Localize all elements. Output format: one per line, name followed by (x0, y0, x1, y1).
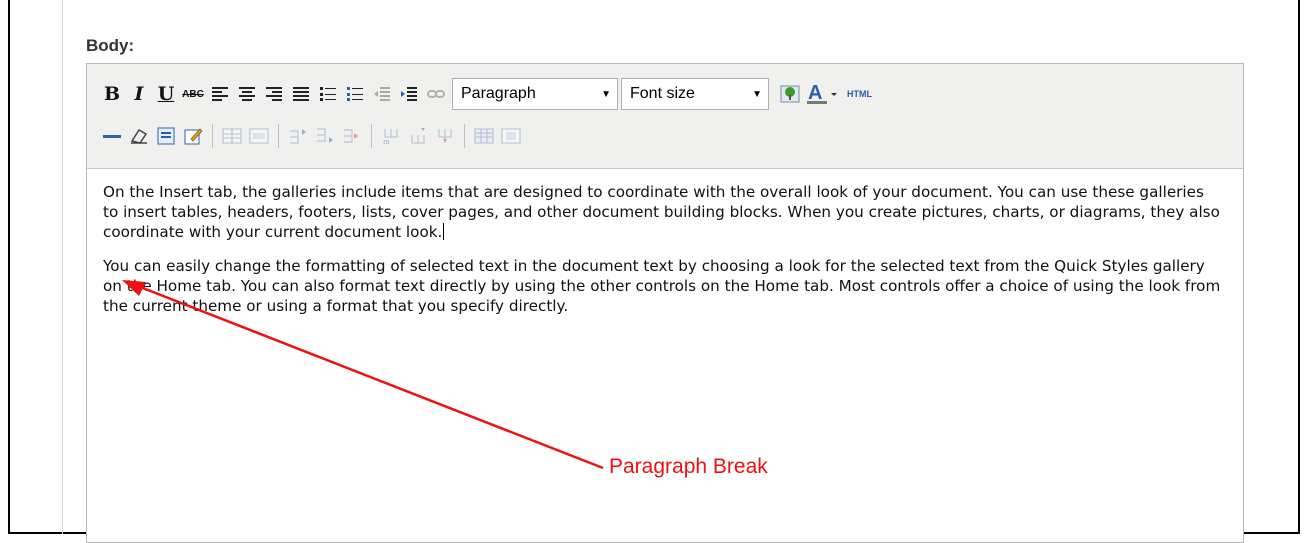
align-justify-icon[interactable] (290, 82, 312, 106)
annotation-label: Paragraph Break (609, 455, 768, 478)
numbered-list-icon[interactable] (344, 82, 366, 106)
toolbar-separator (371, 124, 372, 148)
split-cells-icon[interactable] (473, 124, 495, 148)
select-all-icon[interactable] (155, 124, 177, 148)
horizontal-rule-icon[interactable] (101, 124, 123, 148)
font-size-select-value: Font size (630, 85, 695, 102)
font-size-select[interactable]: Font size ▼ (621, 78, 769, 110)
toolbar-row-1: B I U ABC Paragraph ▼ Font size ▼ A HTML (101, 78, 877, 110)
editor-toolbar: B I U ABC Paragraph ▼ Font size ▼ A HTML… (87, 64, 1243, 169)
delete-col-icon[interactable] (434, 124, 456, 148)
delete-row-icon[interactable] (341, 124, 363, 148)
toolbar-row-2: m (101, 120, 527, 152)
format-select[interactable]: Paragraph ▼ (452, 78, 618, 110)
eraser-icon[interactable] (128, 124, 150, 148)
insert-row-after-icon[interactable] (314, 124, 336, 148)
insert-row-before-icon[interactable] (287, 124, 309, 148)
align-left-icon[interactable] (209, 82, 231, 106)
bullet-list-icon[interactable] (317, 82, 339, 106)
format-select-value: Paragraph (461, 85, 536, 102)
indent-icon[interactable] (398, 82, 420, 106)
editor-content[interactable]: On the Insert tab, the galleries include… (103, 182, 1223, 330)
edit-icon[interactable] (182, 124, 204, 148)
align-right-icon[interactable] (263, 82, 285, 106)
font-color-icon[interactable]: A (806, 82, 840, 106)
toolbar-separator (278, 124, 279, 148)
html-source-button[interactable]: HTML (847, 89, 877, 99)
merge-cells-icon[interactable] (500, 124, 522, 148)
toolbar-separator (212, 124, 213, 148)
toolbar-separator (464, 124, 465, 148)
table-icon[interactable] (221, 124, 243, 148)
table-properties-icon[interactable] (248, 124, 270, 148)
left-gutter-line (62, 0, 63, 534)
svg-text:A: A (808, 83, 822, 104)
body-field-label: Body: (86, 36, 135, 55)
strikethrough-button[interactable]: ABC (182, 82, 204, 106)
link-icon[interactable] (425, 82, 447, 106)
outdent-icon[interactable] (371, 82, 393, 106)
bold-button[interactable]: B (101, 82, 123, 106)
paragraph-2: You can easily change the formatting of … (103, 257, 1221, 315)
chevron-down-icon: ▼ (601, 88, 611, 100)
image-icon[interactable] (779, 82, 801, 106)
paragraph-1-text: On the Insert tab, the galleries include… (103, 183, 1220, 241)
svg-text:m: m (383, 138, 390, 145)
text-caret (443, 223, 445, 240)
insert-col-before-icon[interactable]: m (380, 124, 402, 148)
italic-button[interactable]: I (128, 82, 150, 106)
insert-col-after-icon[interactable] (407, 124, 429, 148)
align-center-icon[interactable] (236, 82, 258, 106)
paragraph-1: On the Insert tab, the galleries include… (103, 182, 1223, 242)
underline-button[interactable]: U (155, 82, 177, 106)
chevron-down-icon: ▼ (752, 88, 762, 100)
